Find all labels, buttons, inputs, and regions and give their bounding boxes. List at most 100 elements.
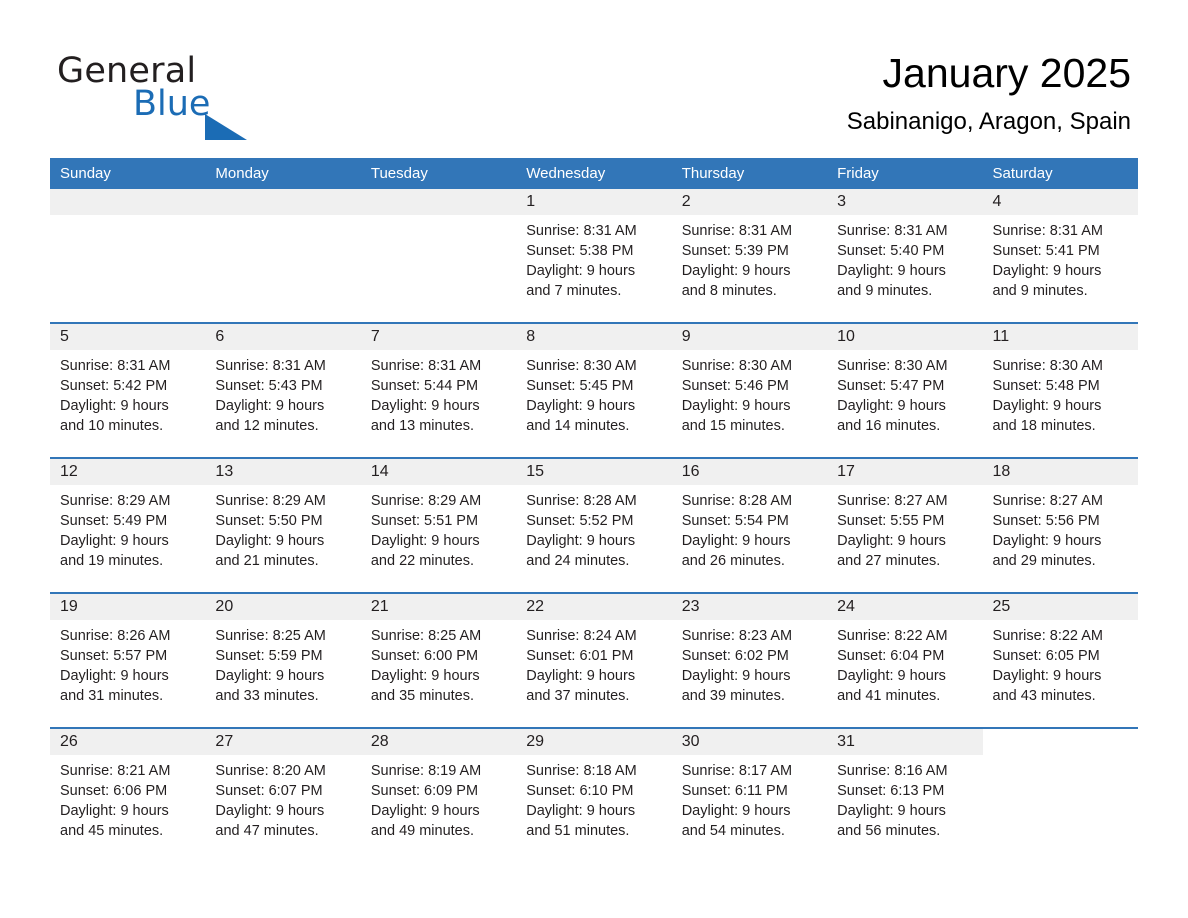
day-cell-inner: 13 Sunrise: 8:29 AM Sunset: 5:50 PM Dayligh… <box>205 459 361 592</box>
day-cell-inner: 27 Sunrise: 8:20 AM Sunset: 6:07 PM Dayligh… <box>205 729 361 862</box>
day-cell-inner: 12 Sunrise: 8:29 AM Sunset: 5:49 PM Dayligh… <box>50 459 206 592</box>
calendar-day-cell[interactable]: 19 Sunrise: 8:26 AM Sunset: 5:57 PM Dayligh… <box>50 592 206 728</box>
sunset-text: Sunset: 5:57 PM <box>60 648 168 664</box>
day-details: Sunrise: 8:27 AM Sunset: 5:56 PM Daylight:… <box>983 485 1138 571</box>
daylight-text-line1: Daylight: 9 hours <box>992 398 1102 414</box>
title-block: January 2025 Sabinanigo, Aragon, Spain <box>847 48 1131 137</box>
calendar-day-cell[interactable]: 14 Sunrise: 8:29 AM Sunset: 5:51 PM Dayligh… <box>360 457 517 593</box>
calendar-day-cell[interactable]: 31 Sunrise: 8:16 AM Sunset: 6:13 PM Dayligh… <box>827 727 983 862</box>
calendar-day-cell[interactable]: 7 Sunrise: 8:31 AM Sunset: 5:44 PM Daylight… <box>360 322 517 458</box>
brand-logo[interactable]: General Blue <box>57 52 317 140</box>
sunset-text: Sunset: 6:07 PM <box>215 783 323 799</box>
daylight-text-line2: and 7 minutes. <box>526 283 622 299</box>
calendar-day-cell[interactable]: 22 Sunrise: 8:24 AM Sunset: 6:01 PM Dayligh… <box>516 592 672 728</box>
daylight-text-line2: and 43 minutes. <box>992 688 1096 704</box>
day-cell-inner: 17 Sunrise: 8:27 AM Sunset: 5:55 PM Dayligh… <box>827 459 983 592</box>
day-details: Sunrise: 8:19 AM Sunset: 6:09 PM Daylight:… <box>361 755 516 841</box>
day-number <box>50 189 206 215</box>
calendar-day-cell[interactable]: 5 Sunrise: 8:31 AM Sunset: 5:42 PM Daylight… <box>50 322 206 458</box>
day-details: Sunrise: 8:31 AM Sunset: 5:39 PM Daylight:… <box>672 215 827 301</box>
day-details: Sunrise: 8:30 AM Sunset: 5:45 PM Daylight:… <box>516 350 671 436</box>
sunset-text: Sunset: 6:06 PM <box>60 783 168 799</box>
daylight-text-line1: Daylight: 9 hours <box>370 398 480 414</box>
calendar-day-cell[interactable]: 26 Sunrise: 8:21 AM Sunset: 6:06 PM Dayligh… <box>50 727 206 862</box>
day-number: 28 <box>360 729 517 755</box>
daylight-text-line1: Daylight: 9 hours <box>992 533 1102 549</box>
sunset-text: Sunset: 5:59 PM <box>215 648 323 664</box>
sunset-text: Sunset: 5:46 PM <box>681 378 789 394</box>
daylight-text-line2: and 14 minutes. <box>526 418 630 434</box>
page-title: January 2025 <box>882 50 1131 96</box>
day-cell-inner: 6 Sunrise: 8:31 AM Sunset: 5:43 PM Daylight… <box>205 324 361 457</box>
calendar-week-row: 26 Sunrise: 8:21 AM Sunset: 6:06 PM Dayligh… <box>50 727 1138 862</box>
sunrise-text: Sunrise: 8:29 AM <box>215 493 326 509</box>
daylight-text-line2: and 24 minutes. <box>526 553 630 569</box>
sunrise-text: Sunrise: 8:17 AM <box>681 763 793 779</box>
daylight-text-line2: and 13 minutes. <box>370 418 475 434</box>
daylight-text-line2: and 18 minutes. <box>992 418 1096 434</box>
calendar-day-cell[interactable]: 20 Sunrise: 8:25 AM Sunset: 5:59 PM Dayligh… <box>205 592 361 728</box>
calendar-day-cell[interactable]: 23 Sunrise: 8:23 AM Sunset: 6:02 PM Dayligh… <box>671 592 828 728</box>
day-number: 16 <box>671 459 828 485</box>
sunrise-text: Sunrise: 8:24 AM <box>526 628 637 644</box>
calendar-day-cell[interactable]: 27 Sunrise: 8:20 AM Sunset: 6:07 PM Dayligh… <box>205 727 361 862</box>
weekday-header-thursday: Thursday <box>671 158 828 189</box>
calendar-day-cell[interactable]: 13 Sunrise: 8:29 AM Sunset: 5:50 PM Dayligh… <box>205 457 361 593</box>
calendar-day-cell[interactable]: 28 Sunrise: 8:19 AM Sunset: 6:09 PM Dayligh… <box>360 727 517 862</box>
day-number: 20 <box>205 594 361 620</box>
calendar-day-cell[interactable]: 1 Sunrise: 8:31 AM Sunset: 5:38 PM Daylight… <box>516 189 672 323</box>
calendar-day-cell[interactable]: 10 Sunrise: 8:30 AM Sunset: 5:47 PM Dayligh… <box>827 322 983 458</box>
daylight-text-line1: Daylight: 9 hours <box>215 533 325 549</box>
day-details: Sunrise: 8:31 AM Sunset: 5:40 PM Daylight:… <box>827 215 982 301</box>
day-number: 19 <box>50 594 206 620</box>
day-cell-inner: 29 Sunrise: 8:18 AM Sunset: 6:10 PM Dayligh… <box>516 729 672 862</box>
calendar-day-cell[interactable]: 24 Sunrise: 8:22 AM Sunset: 6:04 PM Dayligh… <box>827 592 983 728</box>
sunset-text: Sunset: 5:52 PM <box>526 513 634 529</box>
day-number: 7 <box>360 324 517 350</box>
calendar-day-cell[interactable]: 16 Sunrise: 8:28 AM Sunset: 5:54 PM Dayligh… <box>671 457 828 593</box>
sunset-text: Sunset: 6:04 PM <box>837 648 945 664</box>
calendar-day-cell[interactable]: 18 Sunrise: 8:27 AM Sunset: 5:56 PM Dayligh… <box>982 457 1138 593</box>
day-cell-inner: 22 Sunrise: 8:24 AM Sunset: 6:01 PM Dayligh… <box>516 594 672 727</box>
daylight-text-line1: Daylight: 9 hours <box>60 398 169 414</box>
calendar-day-cell[interactable]: 21 Sunrise: 8:25 AM Sunset: 6:00 PM Dayligh… <box>360 592 517 728</box>
sunrise-text: Sunrise: 8:29 AM <box>370 493 482 509</box>
calendar-day-cell[interactable]: 15 Sunrise: 8:28 AM Sunset: 5:52 PM Dayligh… <box>516 457 672 593</box>
weekday-header-saturday: Saturday <box>982 158 1138 189</box>
calendar-day-cell[interactable]: 6 Sunrise: 8:31 AM Sunset: 5:43 PM Daylight… <box>205 322 361 458</box>
day-details: Sunrise: 8:21 AM Sunset: 6:06 PM Daylight:… <box>50 755 205 841</box>
calendar-day-cell[interactable]: 25 Sunrise: 8:22 AM Sunset: 6:05 PM Dayligh… <box>982 592 1138 728</box>
day-number: 8 <box>516 324 672 350</box>
day-details: Sunrise: 8:29 AM Sunset: 5:50 PM Daylight:… <box>205 485 360 571</box>
calendar-day-cell[interactable]: 12 Sunrise: 8:29 AM Sunset: 5:49 PM Dayligh… <box>50 457 206 593</box>
day-number: 13 <box>205 459 361 485</box>
sunrise-text: Sunrise: 8:21 AM <box>60 763 171 779</box>
calendar-week-row: 19 Sunrise: 8:26 AM Sunset: 5:57 PM Dayligh… <box>50 592 1138 728</box>
weekday-header-tuesday: Tuesday <box>360 158 517 189</box>
calendar-day-cell[interactable]: 4 Sunrise: 8:31 AM Sunset: 5:41 PM Daylight… <box>982 189 1138 323</box>
daylight-text-line1: Daylight: 9 hours <box>526 533 636 549</box>
day-cell-inner <box>360 189 517 322</box>
sunrise-text: Sunrise: 8:30 AM <box>681 358 793 374</box>
sunrise-text: Sunrise: 8:25 AM <box>215 628 326 644</box>
calendar-day-cell[interactable]: 17 Sunrise: 8:27 AM Sunset: 5:55 PM Dayligh… <box>827 457 983 593</box>
sunrise-text: Sunrise: 8:23 AM <box>681 628 793 644</box>
calendar-day-cell[interactable]: 29 Sunrise: 8:18 AM Sunset: 6:10 PM Dayligh… <box>516 727 672 862</box>
daylight-text-line2: and 56 minutes. <box>837 823 941 839</box>
day-number: 14 <box>360 459 517 485</box>
day-number: 18 <box>982 459 1138 485</box>
calendar-cell-empty <box>205 189 361 323</box>
sunset-text: Sunset: 5:43 PM <box>215 378 323 394</box>
calendar-day-cell[interactable]: 11 Sunrise: 8:30 AM Sunset: 5:48 PM Dayligh… <box>982 322 1138 458</box>
calendar-day-cell[interactable]: 3 Sunrise: 8:31 AM Sunset: 5:40 PM Daylight… <box>827 189 983 323</box>
calendar-day-cell[interactable]: 2 Sunrise: 8:31 AM Sunset: 5:39 PM Daylight… <box>671 189 828 323</box>
calendar-day-cell[interactable]: 8 Sunrise: 8:30 AM Sunset: 5:45 PM Daylight… <box>516 322 672 458</box>
sunrise-text: Sunrise: 8:22 AM <box>837 628 948 644</box>
daylight-text-line2: and 39 minutes. <box>681 688 785 704</box>
day-number: 2 <box>671 189 828 215</box>
calendar-cell-empty <box>360 189 517 323</box>
sunset-text: Sunset: 6:02 PM <box>681 648 789 664</box>
calendar-day-cell[interactable]: 30 Sunrise: 8:17 AM Sunset: 6:11 PM Dayligh… <box>671 727 828 862</box>
calendar-day-cell[interactable]: 9 Sunrise: 8:30 AM Sunset: 5:46 PM Daylight… <box>671 322 828 458</box>
day-cell-inner: 26 Sunrise: 8:21 AM Sunset: 6:06 PM Dayligh… <box>50 729 206 862</box>
